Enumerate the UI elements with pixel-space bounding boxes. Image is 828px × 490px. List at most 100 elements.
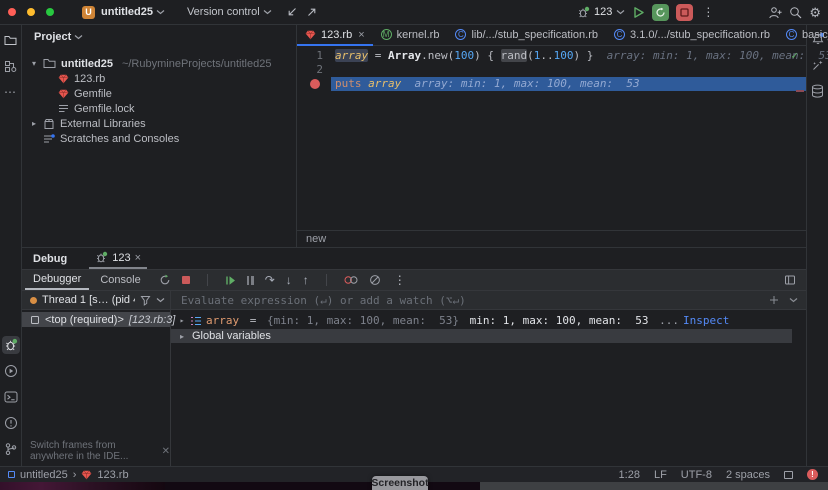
tree-item-scratches[interactable]: Scratches and Consoles: [22, 131, 296, 146]
global-variables-row[interactable]: ▸ Global variables: [171, 329, 792, 343]
variable-row-array[interactable]: ▸ array = {min: 1, max: 100, mean: 53} m…: [171, 313, 806, 328]
resume-icon[interactable]: [225, 275, 236, 286]
thread-status-dot: [30, 297, 37, 304]
view-breakpoints-icon[interactable]: [344, 275, 358, 285]
thread-label: Thread 1 [s… (pid 43179): [42, 294, 135, 306]
breadcrumb-item[interactable]: new: [306, 233, 326, 245]
run-configuration-selector[interactable]: 123: [577, 6, 625, 19]
inspections-ok-icon[interactable]: ✓: [791, 49, 798, 62]
step-out-icon[interactable]: ↑: [303, 274, 309, 286]
run-tool-icon[interactable]: [2, 362, 20, 380]
tab-label: basic_speci: [802, 29, 828, 41]
rerun-debug-button[interactable]: [652, 4, 669, 21]
readonly-icon[interactable]: [784, 471, 793, 479]
tab-console[interactable]: Console: [92, 270, 148, 290]
tree-item-file[interactable]: Gemfile: [22, 86, 296, 101]
tree-item-external-libraries[interactable]: ▸ External Libraries: [22, 116, 296, 131]
project-panel-title[interactable]: Project: [34, 31, 71, 43]
code-line-2[interactable]: [331, 63, 806, 77]
tree-item-file[interactable]: 123.rb: [22, 71, 296, 86]
ruby-class-icon: C: [614, 29, 625, 40]
tab-label: kernel.rb: [397, 29, 440, 41]
more-actions-kebab-icon[interactable]: ⋮: [700, 5, 716, 19]
tree-item-file[interactable]: Gemfile.lock: [22, 101, 296, 116]
tab-stub-specification-lib[interactable]: C lib/.../stub_specification.rb: [447, 24, 606, 45]
rerun-icon[interactable]: [159, 274, 171, 286]
chevron-down-icon: [263, 9, 272, 15]
hint-close-icon[interactable]: ✕: [162, 446, 170, 457]
line-ending-widget[interactable]: LF: [654, 469, 667, 481]
ruby-file-icon: [81, 470, 92, 480]
chevron-down-icon[interactable]: [74, 34, 83, 40]
database-tool-icon[interactable]: [809, 82, 827, 100]
filter-icon[interactable]: [140, 295, 151, 306]
screenshot-window-title[interactable]: Screenshot: [372, 476, 428, 490]
expand-chevron-icon[interactable]: ▸: [178, 332, 186, 341]
project-switcher[interactable]: untitled25: [101, 6, 153, 18]
error-notification-badge[interactable]: !: [807, 469, 818, 480]
stack-frame-row[interactable]: <top (required)> [123.rb:3]: [22, 312, 170, 327]
inspect-link[interactable]: Inspect: [683, 314, 729, 327]
macos-zoom-button[interactable]: [46, 8, 54, 16]
stop-button[interactable]: [676, 4, 693, 21]
tab-stub-specification-310[interactable]: C 3.1.0/.../stub_specification.rb: [606, 24, 778, 45]
tab-123rb[interactable]: 123.rb ×: [297, 24, 373, 45]
vcs-widget[interactable]: Version control: [187, 6, 260, 18]
combo-chevron-icon[interactable]: [156, 297, 165, 303]
macos-close-button[interactable]: [8, 8, 16, 16]
frames-pane: Thread 1 [s… (pid 43179) <top (required)…: [22, 291, 171, 466]
file-name: 123.rb: [74, 73, 105, 85]
run-button[interactable]: [632, 6, 645, 19]
problems-tool-icon[interactable]: [2, 414, 20, 432]
step-into-icon[interactable]: ↓: [286, 274, 292, 286]
encoding-widget[interactable]: UTF-8: [681, 469, 712, 481]
settings-gear-icon[interactable]: ⚙: [809, 6, 821, 19]
tab-close-icon[interactable]: ×: [135, 252, 141, 264]
expand-chevron-icon[interactable]: ▸: [178, 316, 186, 325]
status-breadcrumb-project[interactable]: untitled25: [20, 469, 68, 481]
thread-selector[interactable]: Thread 1 [s… (pid 43179): [22, 291, 170, 310]
tab-kernelrb[interactable]: M kernel.rb: [373, 24, 448, 45]
tab-debugger[interactable]: Debugger: [25, 270, 89, 290]
debugger-hint: Switch frames from anywhere in the IDE..…: [30, 440, 170, 462]
code-line-1[interactable]: array = Array.new(100) { rand(1..100) } …: [331, 49, 806, 63]
debug-session-tab[interactable]: 123 ×: [89, 248, 147, 269]
left-tool-stripe: ⋯: [0, 24, 22, 466]
more-tool-windows-icon[interactable]: ⋯: [2, 83, 20, 101]
step-over-icon[interactable]: ↷: [265, 274, 275, 286]
collapse-chevron-icon[interactable]: ▾: [30, 59, 38, 68]
search-everywhere-icon[interactable]: [789, 6, 802, 19]
add-watch-icon[interactable]: [769, 295, 779, 305]
status-breadcrumb-file[interactable]: 123.rb: [97, 469, 128, 481]
debugger-more-kebab-icon[interactable]: ⋮: [392, 273, 408, 287]
code-editor[interactable]: 1 2 array = Array.new(100) { rand(1..100…: [297, 46, 806, 231]
breakpoint-icon[interactable]: [310, 79, 320, 89]
layout-settings-icon[interactable]: [784, 274, 806, 286]
run-config-name: 123: [594, 6, 612, 18]
scrollbar-marker: [796, 90, 804, 92]
ruby-module-icon: M: [381, 29, 392, 40]
pause-icon[interactable]: [247, 276, 254, 285]
terminal-tool-icon[interactable]: [2, 388, 20, 406]
project-tool-icon[interactable]: [2, 31, 20, 49]
structure-tool-icon[interactable]: [2, 57, 20, 75]
tree-item-project-root[interactable]: ▾ untitled25 ~/RubymineProjects/untitled…: [22, 56, 296, 71]
expand-chevron-icon[interactable]: ▸: [30, 119, 38, 128]
version-control-tool-icon[interactable]: [2, 440, 20, 458]
tab-basic-specification[interactable]: C basic_speci: [778, 24, 828, 45]
tab-close-icon[interactable]: ×: [358, 29, 364, 41]
macos-minimize-button[interactable]: [27, 8, 35, 16]
caret-position-widget[interactable]: 1:28: [619, 469, 640, 481]
vcs-update-icon[interactable]: [286, 6, 298, 18]
vcs-push-icon[interactable]: [306, 6, 318, 18]
mute-breakpoints-icon[interactable]: [369, 274, 381, 286]
debug-tool-icon[interactable]: [2, 336, 20, 354]
indent-widget[interactable]: 2 spaces: [726, 469, 770, 481]
stop-icon[interactable]: [182, 276, 190, 284]
evaluate-expression-field[interactable]: Evaluate expression (↵) or add a watch (…: [171, 291, 806, 310]
code-line-3-execution[interactable]: puts array array: min: 1, max: 100, mean…: [331, 77, 806, 91]
code-with-me-icon[interactable]: [768, 6, 782, 19]
variable-value: min: 1, max: 100, mean: 53: [463, 314, 655, 327]
editor-breadcrumbs[interactable]: new: [297, 230, 806, 247]
evaluate-history-chevron-icon[interactable]: [789, 297, 798, 303]
